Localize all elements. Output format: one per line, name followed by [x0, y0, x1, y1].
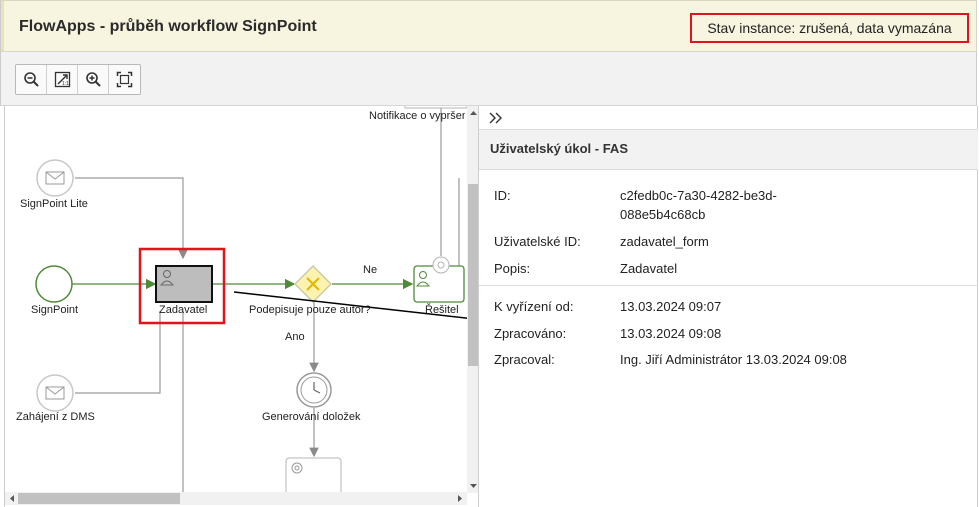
- double-chevron-right-icon: [489, 112, 502, 124]
- label-gateway: Podepisuje pouze autor?: [249, 304, 371, 316]
- field-label-popis: Popis:: [494, 261, 531, 276]
- scroll-left-icon[interactable]: [7, 492, 17, 505]
- edge-label-ano: Ano: [285, 331, 305, 343]
- label-signpoint: SignPoint: [31, 304, 79, 316]
- svg-text:1:1: 1:1: [62, 81, 69, 87]
- field-value-k-vyrizeni: 13.03.2024 09:07: [620, 299, 722, 314]
- panel-divider: [479, 285, 978, 286]
- signpoint-lite-event[interactable]: [36, 159, 74, 197]
- label-generovani: Generování doložek: [262, 411, 361, 423]
- label-resitel: Řešitel: [425, 304, 459, 316]
- diagram-toolbar: 1:1: [0, 52, 977, 106]
- field-value-id: c2fedb0c-7a30-4282-be3d-088e5b4c68cb: [620, 188, 777, 222]
- fit-to-view-button[interactable]: 1:1: [47, 65, 78, 94]
- zadavatel-task[interactable]: [155, 265, 213, 303]
- field-value-zpracoval: Ing. Jiří Administrátor 13.03.2024 09:08: [620, 352, 847, 367]
- workflow-diagram-canvas[interactable]: SignPoint Lite SignPoint Zahájení z DMS …: [4, 106, 479, 507]
- horizontal-scroll-thumb[interactable]: [18, 493, 180, 504]
- instance-status-badge: Stav instance: zrušená, data vymazána: [690, 13, 969, 43]
- field-label-id: ID:: [494, 188, 511, 203]
- field-label-zpracoval: Zpracoval:: [494, 352, 555, 367]
- zahajeni-dms-event[interactable]: [36, 374, 74, 412]
- generovani-timer-event[interactable]: [296, 372, 332, 408]
- fullscreen-icon: [116, 71, 133, 88]
- app-header: FlowApps - průběh workflow SignPoint Sta…: [0, 0, 977, 52]
- signpoint-start-event[interactable]: [35, 265, 73, 303]
- field-label-user-id: Uživatelské ID:: [494, 234, 581, 249]
- flow-lite-to-zadavatel: [75, 177, 188, 260]
- panel-title: Uživatelský úkol - FAS: [479, 130, 978, 170]
- horizontal-scrollbar[interactable]: [5, 492, 467, 505]
- label-notifikace: Notifikace o vypršení: [369, 110, 465, 122]
- notifikace-task-edge: [404, 106, 468, 109]
- detail-panel: Uživatelský úkol - FAS ID: c2fedb0c-7a30…: [478, 106, 978, 507]
- fullscreen-button[interactable]: [109, 65, 140, 94]
- zoom-in-button[interactable]: [78, 65, 109, 94]
- zoom-in-icon: [85, 72, 101, 87]
- edge-label-ne: Ne: [363, 264, 378, 276]
- fit-icon: 1:1: [54, 71, 70, 88]
- field-value-zpracovano: 13.03.2024 09:08: [620, 326, 722, 341]
- zoom-out-button[interactable]: [16, 65, 47, 94]
- label-zadavatel: Zadavatel: [159, 304, 208, 316]
- scroll-right-icon[interactable]: [455, 492, 465, 505]
- zoom-button-group: 1:1: [15, 64, 141, 95]
- field-value-popis: Zadavatel: [620, 261, 678, 276]
- gear-icon: [432, 256, 450, 274]
- label-zahajeni: Zahájení z DMS: [16, 411, 95, 423]
- page-title: FlowApps - průběh workflow SignPoint: [19, 18, 317, 35]
- label-signpoint-lite: SignPoint Lite: [20, 198, 88, 210]
- field-value-user-id: zadavatel_form: [620, 234, 709, 249]
- header-accent: [1, 1, 4, 51]
- gateway-podepisuje[interactable]: [294, 265, 332, 303]
- zoom-out-icon: [23, 72, 39, 87]
- field-label-k-vyrizeni: K vyřízení od:: [494, 299, 574, 314]
- collapse-panel-button[interactable]: [479, 106, 978, 130]
- field-label-zpracovano: Zpracováno:: [494, 326, 567, 341]
